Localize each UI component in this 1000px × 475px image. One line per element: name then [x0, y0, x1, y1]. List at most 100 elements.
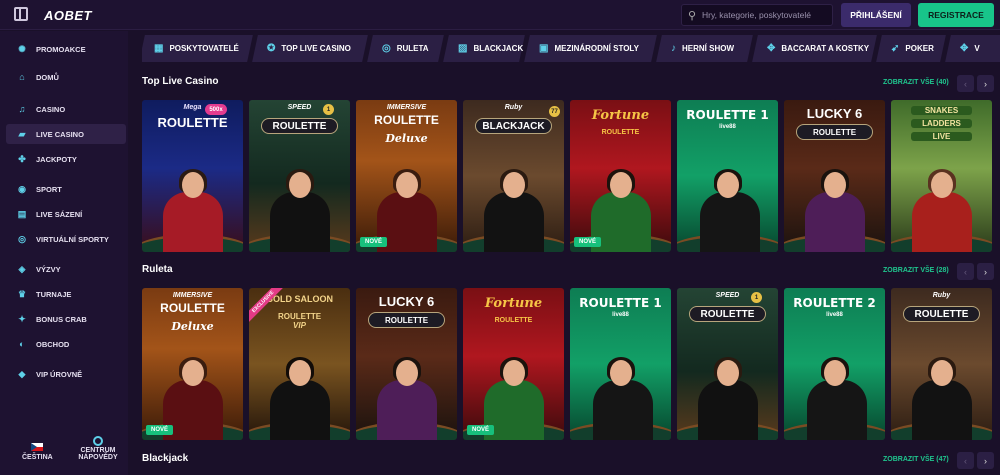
game-title-small: LUCKY 6 [378, 294, 435, 309]
category-tab-poker[interactable]: ➹ POKER [876, 35, 946, 62]
game-tile[interactable]: IMMERSIVE ROULETTE Deluxe NOVÉ [142, 288, 243, 440]
dealer-head [502, 172, 525, 198]
next-arrow-icon[interactable]: › [977, 452, 994, 469]
game-title-line: LIVE [911, 132, 972, 141]
brand-logo[interactable]: AOBET [44, 8, 92, 23]
czech-flag-icon [31, 443, 44, 451]
dealer-figure [806, 357, 867, 440]
game-tile[interactable]: IMMERSIVE ROULETTE Deluxe NOVÉ [356, 100, 457, 252]
dealer-head [823, 360, 846, 386]
game-tile[interactable]: Fortune ROULETTE NOVÉ [570, 100, 671, 252]
next-arrow-icon[interactable]: › [977, 263, 994, 280]
home-icon: ⌂ [19, 72, 25, 82]
show-all-link[interactable]: ZOBRAZIT VŠE (47) [883, 456, 949, 463]
dealer-figure [911, 357, 972, 440]
sidebar-item-promoakce[interactable]: ✺ PROMOAKCE [6, 39, 126, 59]
dealer-body [697, 380, 758, 440]
category-tab-blackjack[interactable]: ▨ BLACKJACK [443, 35, 525, 62]
game-title-small: Ruby [504, 104, 523, 111]
next-arrow-icon[interactable]: › [977, 75, 994, 92]
category-tab-label: V [974, 44, 980, 53]
category-tab-content: ◎ RULETA [382, 43, 429, 54]
category-tab-top-live-casino[interactable]: ✪ TOP LIVE CASINO [252, 35, 368, 62]
vip-icon: ◆ [18, 368, 26, 379]
category-tab-content: ✥ BACCARAT A KOSTKY [767, 43, 869, 54]
game-tile[interactable]: SNAKES LADDERS LIVE [891, 100, 992, 252]
category-tab-v[interactable]: ✥ V [945, 35, 1000, 62]
dealer-body [162, 192, 223, 252]
game-title-banner: ROULETTE [261, 118, 338, 134]
challenge-icon: ◈ [18, 263, 26, 274]
category-tab-mezin-rodn-stoly[interactable]: ▣ MEZINÁRODNÍ STOLY [524, 35, 657, 62]
sidebar-item-live-s-zen-[interactable]: ▤ LIVE SÁZENÍ [6, 204, 126, 224]
game-tile[interactable]: SPEED ROULETTE 1 [249, 100, 350, 252]
dealer-figure [269, 357, 330, 440]
game-title-banner: ROULETTE [160, 301, 225, 315]
dealer-head [181, 172, 204, 198]
sidebar-item-jackpoty[interactable]: ✤ JACKPOTY [6, 149, 126, 169]
dealer-head [288, 172, 311, 198]
dealer-head [609, 172, 632, 198]
sidebar-item-vip-rovn-[interactable]: ◆ VIP ÚROVNĚ [6, 364, 126, 384]
sidebar-item-bonus-crab[interactable]: ✦ BONUS CRAB [6, 309, 126, 329]
dealer-head [288, 360, 311, 386]
dealer-figure [592, 357, 653, 440]
sidebar-item-obchod[interactable]: ◐ OBCHOD [6, 334, 126, 354]
game-tile[interactable]: LUCKY 6 ROULETTE [356, 288, 457, 440]
game-title-small: Fortune [591, 108, 650, 123]
category-tab-content: ▣ MEZINÁRODNÍ STOLY [539, 43, 639, 54]
prev-arrow-icon[interactable]: ‹ [957, 452, 974, 469]
game-tile[interactable]: Fortune ROULETTE NOVÉ [463, 288, 564, 440]
prev-arrow-icon[interactable]: ‹ [957, 75, 974, 92]
category-tab-label: BLACKJACK [473, 44, 524, 53]
category-tab-baccarat-a-kostky[interactable]: ✥ BACCARAT A KOSTKY [752, 35, 877, 62]
game-title-banner: ROULETTE [601, 128, 640, 136]
game-tile[interactable]: ROULETTE 1 live88 [570, 288, 671, 440]
game-tile[interactable]: Ruby ROULETTE [891, 288, 992, 440]
trophy-icon: ♛ [17, 288, 27, 299]
prev-arrow-icon[interactable]: ‹ [957, 263, 974, 280]
dealer-body [483, 192, 544, 252]
login-button[interactable]: PŘIHLÁŠENÍ [841, 3, 911, 27]
sidebar-item-dom-[interactable]: ⌂ DOMŮ [6, 67, 126, 87]
sidebar-toggle-icon[interactable] [14, 7, 28, 21]
game-title-sub: Deluxe [385, 132, 428, 145]
language-label: ČEŠTINA [22, 454, 53, 461]
game-tile[interactable]: SPEED ROULETTE 1 [677, 288, 778, 440]
game-tile[interactable]: ROULETTE 1 live88 [677, 100, 778, 252]
category-tab-poskytovatel-[interactable]: ▦ POSKYTOVATELÉ [142, 35, 253, 62]
help-center-link[interactable]: CENTRUM NÁPOVĚDY [76, 436, 120, 461]
search-input[interactable] [702, 5, 830, 25]
sidebar-item-casino[interactable]: ♫ CASINO [6, 99, 126, 119]
dealer-head [930, 172, 953, 198]
game-title-line: LADDERS [911, 119, 972, 128]
search-icon: ⚲ [688, 10, 697, 22]
sidebar-item-virtu-ln-sporty[interactable]: ◎ VIRTUÁLNÍ SPORTY [6, 229, 126, 249]
search-box[interactable]: ⚲ [681, 4, 833, 26]
more-icon: ✥ [960, 43, 969, 54]
game-tile[interactable]: GOLD SALOON ROULETTE VIP EXCLUSIVE [249, 288, 350, 440]
game-title-small: Ruby [932, 292, 951, 299]
game-title-sub: Deluxe [171, 320, 214, 333]
sidebar-item-sport[interactable]: ◉ SPORT [6, 179, 126, 199]
game-title-small: IMMERSIVE [172, 292, 213, 299]
game-title-banner: ROULETTE [494, 316, 533, 324]
game-tile[interactable]: LUCKY 6 ROULETTE [784, 100, 885, 252]
show-all-link[interactable]: ZOBRAZIT VŠE (40) [883, 79, 949, 86]
sidebar-item-live-casino[interactable]: ▰ LIVE CASINO [6, 124, 126, 144]
game-tile[interactable]: ROULETTE 2 live88 [784, 288, 885, 440]
category-tab-hern-show[interactable]: ♪ HERNÍ SHOW [656, 35, 753, 62]
sidebar-item-turnaje[interactable]: ♛ TURNAJE [6, 284, 126, 304]
sidebar-item-label: DOMŮ [36, 72, 59, 82]
game-tile[interactable]: Mega ROULETTE 500x [142, 100, 243, 252]
game-tile[interactable]: Ruby BLACKJACK 77 [463, 100, 564, 252]
language-selector[interactable]: ČEŠTINA [22, 443, 53, 461]
sidebar-item-label: OBCHOD [36, 339, 70, 349]
new-badge: NOVÉ [574, 237, 602, 247]
category-bar: ▦ POSKYTOVATELÉ ✪ TOP LIVE CASINO ◎ RULETA ▨ BL… [142, 35, 1000, 62]
sidebar-item-v-zvy[interactable]: ◈ VÝZVY [6, 259, 126, 279]
category-tab-ruleta[interactable]: ◎ RULETA [367, 35, 444, 62]
game-badge: 1 [323, 104, 334, 115]
register-button[interactable]: REGISTRACE [918, 3, 994, 27]
show-all-link[interactable]: ZOBRAZIT VŠE (28) [883, 267, 949, 274]
